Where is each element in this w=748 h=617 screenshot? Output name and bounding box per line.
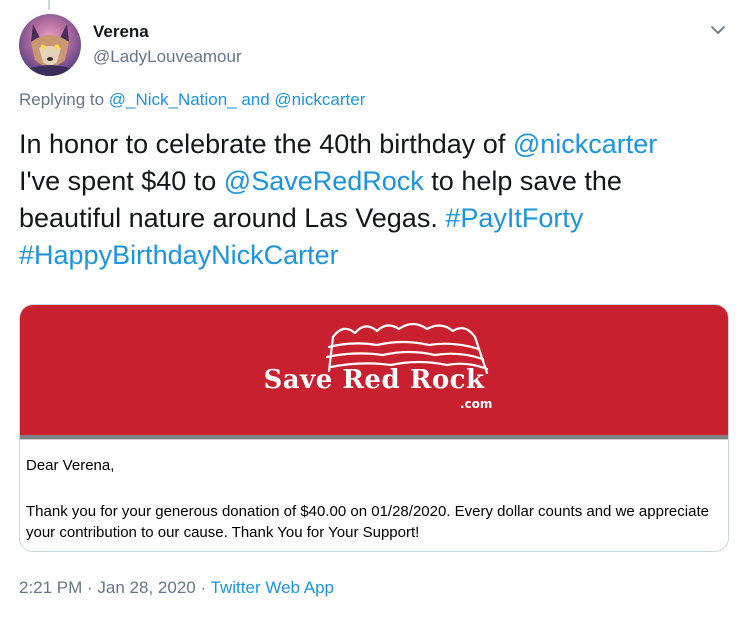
- banner-divider-light: [20, 439, 728, 440]
- author-handle[interactable]: @LadyLouveamour: [93, 46, 242, 68]
- replying-to-line: Replying to @_Nick_Nation_ and @nickcart…: [19, 90, 365, 110]
- chevron-down-icon[interactable]: [708, 22, 728, 38]
- email-body: Thank you for your generous donation of …: [26, 503, 709, 541]
- hashtag-happybirthdaynickcarter[interactable]: #HappyBirthdayNickCarter: [19, 240, 339, 270]
- metadata-separator: ·: [195, 578, 211, 597]
- replying-to-conjunction: and: [236, 90, 275, 109]
- mention-nick-nation[interactable]: @_Nick_Nation_: [109, 90, 237, 109]
- metadata-separator: ·: [82, 578, 98, 597]
- saveredrock-logo-text: Save Red Rock: [263, 365, 485, 395]
- author-block[interactable]: Verena @LadyLouveamour: [93, 22, 242, 68]
- attached-image-card[interactable]: Save Red Rock .com Dear Verena, Thank yo…: [19, 304, 729, 552]
- email-greeting: Dear Verena,: [26, 457, 115, 474]
- mention-nickcarter[interactable]: @nickcarter: [274, 90, 365, 109]
- avatar[interactable]: [19, 14, 81, 76]
- mention-nickcarter-link[interactable]: @nickcarter: [513, 129, 657, 159]
- author-display-name[interactable]: Verena: [93, 22, 242, 42]
- tweet-text-segment: I've spent $40 to: [19, 166, 224, 196]
- hashtag-payitforty[interactable]: #PayItForty: [445, 203, 583, 233]
- saveredrock-logo-domain: .com: [460, 397, 493, 411]
- tweet-text-segment: In honor to celebrate the 40th birthday …: [19, 129, 513, 159]
- thread-connector-line: [48, 0, 50, 10]
- wolf-avatar-icon: [25, 24, 75, 76]
- tweet-date[interactable]: Jan 28, 2020: [97, 578, 195, 597]
- tweet-time[interactable]: 2:21 PM: [19, 578, 82, 597]
- tweet-text: In honor to celebrate the 40th birthday …: [19, 126, 729, 274]
- tweet-metadata: 2:21 PM · Jan 28, 2020 · Twitter Web App: [19, 578, 334, 598]
- saveredrock-banner: Save Red Rock .com: [20, 305, 728, 435]
- replying-to-prefix: Replying to: [19, 90, 109, 109]
- mention-saveredrock-link[interactable]: @SaveRedRock: [224, 166, 424, 196]
- tweet-source-link[interactable]: Twitter Web App: [211, 578, 334, 597]
